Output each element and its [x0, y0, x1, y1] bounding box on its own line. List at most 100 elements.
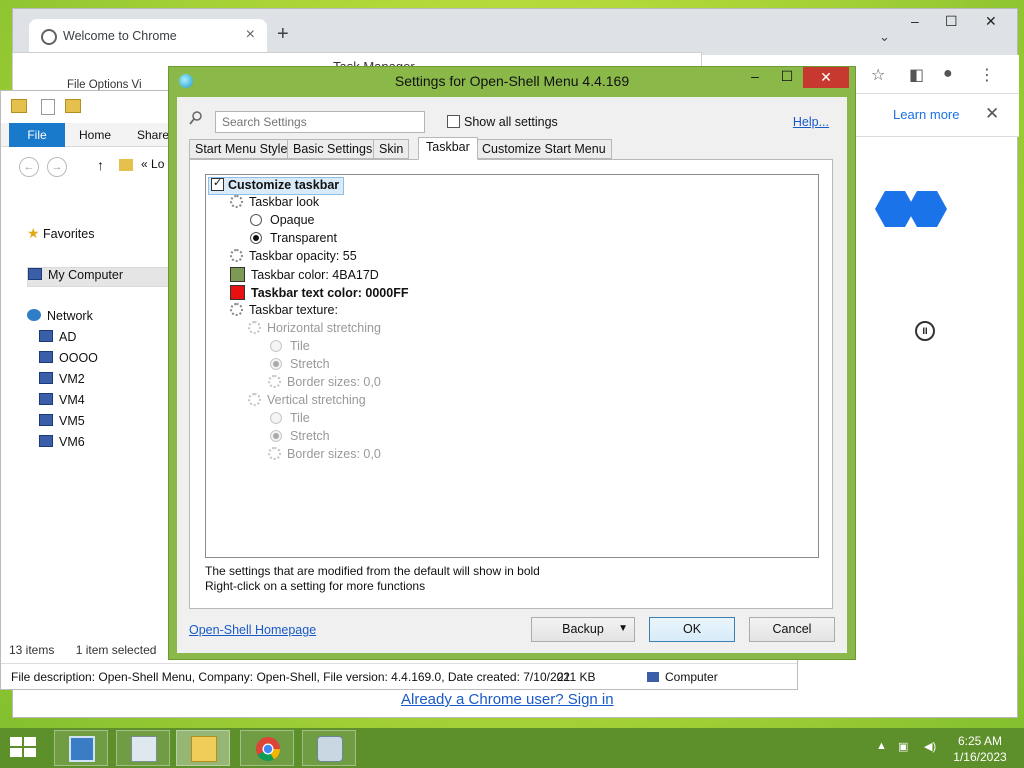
address-bar[interactable]: « Lo — [141, 157, 164, 171]
sign-in-link[interactable]: Already a Chrome user? Sign in — [401, 691, 614, 708]
computer-icon — [39, 435, 53, 447]
tab-search-icon[interactable]: ⌄ — [879, 29, 890, 45]
taskbar-texture-setting[interactable]: Taskbar texture: — [230, 303, 338, 321]
windows-logo-pane — [24, 748, 36, 757]
taskbar-file-explorer[interactable] — [176, 730, 230, 766]
nav-network-item[interactable]: VM2 — [39, 372, 85, 392]
side-panel-icon[interactable]: ◧ — [909, 65, 924, 85]
v-stretch-radio — [270, 430, 282, 442]
back-icon[interactable]: ← — [19, 157, 39, 177]
dialog-titlebar[interactable]: Settings for Open-Shell Menu 4.4.169 – ☐… — [169, 67, 855, 95]
taskbar-opacity-setting[interactable]: Taskbar opacity: 55 — [230, 249, 357, 267]
clock-time: 6:25 AM — [957, 734, 1003, 748]
nav-network-item[interactable]: VM5 — [39, 414, 85, 434]
taskbar-control-panel[interactable] — [54, 730, 108, 766]
learn-more-link[interactable]: Learn more — [893, 107, 959, 122]
star-icon: ★ — [27, 225, 40, 241]
nav-network-item[interactable]: VM6 — [39, 435, 85, 455]
show-hidden-icons[interactable]: ▲ — [876, 740, 887, 752]
search-icon — [189, 111, 202, 125]
taskbar-color-setting[interactable]: Taskbar color: 4BA17D — [230, 267, 379, 285]
transparent-label: Transparent — [270, 231, 337, 245]
show-all-settings[interactable]: Show all settings — [447, 115, 558, 129]
show-all-checkbox[interactable] — [447, 115, 460, 128]
ok-button[interactable]: OK — [649, 617, 735, 642]
clock[interactable]: 6:25 AM 1/16/2023 — [944, 733, 1016, 765]
nav-network[interactable]: Network — [27, 309, 93, 329]
taskbar-color-swatch[interactable] — [230, 267, 245, 282]
close-window-icon[interactable]: ✕ — [985, 13, 997, 30]
chrome-tab[interactable]: Welcome to Chrome × — [29, 19, 267, 55]
tab-start-menu-style[interactable]: Start Menu Style — [189, 139, 294, 159]
check-icon: ✓ — [213, 177, 223, 189]
ribbon-tab-file[interactable]: File — [9, 123, 65, 147]
text-color-swatch[interactable] — [230, 285, 245, 300]
taskbar-chrome[interactable] — [240, 730, 294, 766]
transparent-radio[interactable] — [250, 232, 262, 244]
tab-taskbar[interactable]: Taskbar — [418, 137, 478, 160]
gear-icon — [268, 447, 281, 460]
computer-icon — [28, 268, 42, 280]
file-description: File description: Open-Shell Menu, Compa… — [11, 670, 570, 684]
close-icon[interactable]: ✕ — [985, 104, 999, 124]
computer-icon — [39, 393, 53, 405]
opaque-radio[interactable] — [250, 214, 262, 226]
new-tab-button[interactable]: + — [277, 23, 289, 46]
nav-my-computer[interactable]: My Computer — [27, 267, 175, 287]
up-icon[interactable]: ↑ — [97, 157, 104, 173]
start-button[interactable] — [10, 737, 38, 759]
nav-network-item-label: VM6 — [59, 435, 85, 449]
show-all-label: Show all settings — [464, 115, 558, 129]
tab-basic-settings[interactable]: Basic Settings — [287, 139, 379, 159]
ribbon-tab-home[interactable]: Home — [79, 128, 111, 142]
customize-taskbar-setting[interactable]: ✓ Customize taskbar — [208, 177, 345, 195]
pause-icon[interactable]: II — [915, 321, 935, 341]
v-border-setting: Border sizes: 0,0 — [268, 447, 381, 465]
horizontal-stretching-label: Horizontal stretching — [267, 321, 381, 335]
cancel-button[interactable]: Cancel — [749, 617, 835, 642]
file-size: 211 KB — [557, 670, 596, 684]
computer-icon — [39, 372, 53, 384]
minimize-icon[interactable]: – — [741, 68, 769, 88]
backup-button[interactable]: Backup ▼ — [531, 617, 635, 642]
open-shell-homepage-link[interactable]: Open-Shell Homepage — [189, 623, 316, 637]
transparent-option[interactable]: Transparent — [250, 231, 337, 249]
new-folder-icon[interactable] — [65, 99, 81, 113]
bookmark-star-icon[interactable]: ☆ — [871, 65, 885, 85]
network-tray-icon[interactable]: ▣ — [898, 740, 908, 753]
v-stretch-option: Stretch — [270, 429, 330, 447]
nav-network-item[interactable]: VM4 — [39, 393, 85, 413]
minimize-icon[interactable]: – — [911, 13, 919, 29]
properties-icon[interactable] — [41, 99, 55, 115]
windows-logo-pane — [24, 737, 36, 746]
maximize-icon[interactable]: ☐ — [945, 13, 958, 30]
taskbar-look-setting[interactable]: Taskbar look — [230, 195, 319, 213]
taskbar-text-color-setting[interactable]: Taskbar text color: 0000FF — [230, 285, 408, 303]
profile-icon[interactable]: ● — [943, 65, 953, 83]
customize-taskbar-checkbox[interactable]: ✓ — [211, 177, 224, 191]
nav-network-item[interactable]: OOOO — [39, 351, 98, 371]
computer-icon — [39, 414, 53, 426]
vertical-stretching-label: Vertical stretching — [267, 393, 366, 407]
computer-icon — [39, 351, 53, 363]
nav-network-item[interactable]: AD — [39, 330, 76, 350]
forward-icon[interactable]: → — [47, 157, 67, 177]
tab-skin[interactable]: Skin — [373, 139, 410, 159]
menu-dots-icon[interactable]: ⋮ — [979, 65, 995, 85]
close-icon[interactable]: ✕ — [803, 67, 849, 88]
taskbar-task-manager[interactable] — [116, 730, 170, 766]
taskbar: ▲ ▣ ◀) 6:25 AM 1/16/2023 — [0, 728, 1024, 768]
help-link[interactable]: Help... — [793, 115, 829, 129]
chrome-icon — [256, 737, 280, 762]
tab-customize-start-menu[interactable]: Customize Start Menu — [476, 139, 612, 159]
search-settings-input[interactable] — [215, 111, 425, 133]
close-tab-icon[interactable]: × — [246, 26, 255, 44]
volume-icon[interactable]: ◀) — [924, 740, 936, 753]
nav-favorites[interactable]: ★ Favorites — [27, 225, 94, 245]
taskbar-look-label: Taskbar look — [249, 195, 320, 209]
opaque-option[interactable]: Opaque — [250, 213, 314, 231]
maximize-icon[interactable]: ☐ — [773, 68, 801, 88]
gear-icon — [230, 303, 243, 316]
ribbon-tab-share[interactable]: Share — [137, 128, 169, 142]
taskbar-open-shell[interactable] — [302, 730, 356, 766]
